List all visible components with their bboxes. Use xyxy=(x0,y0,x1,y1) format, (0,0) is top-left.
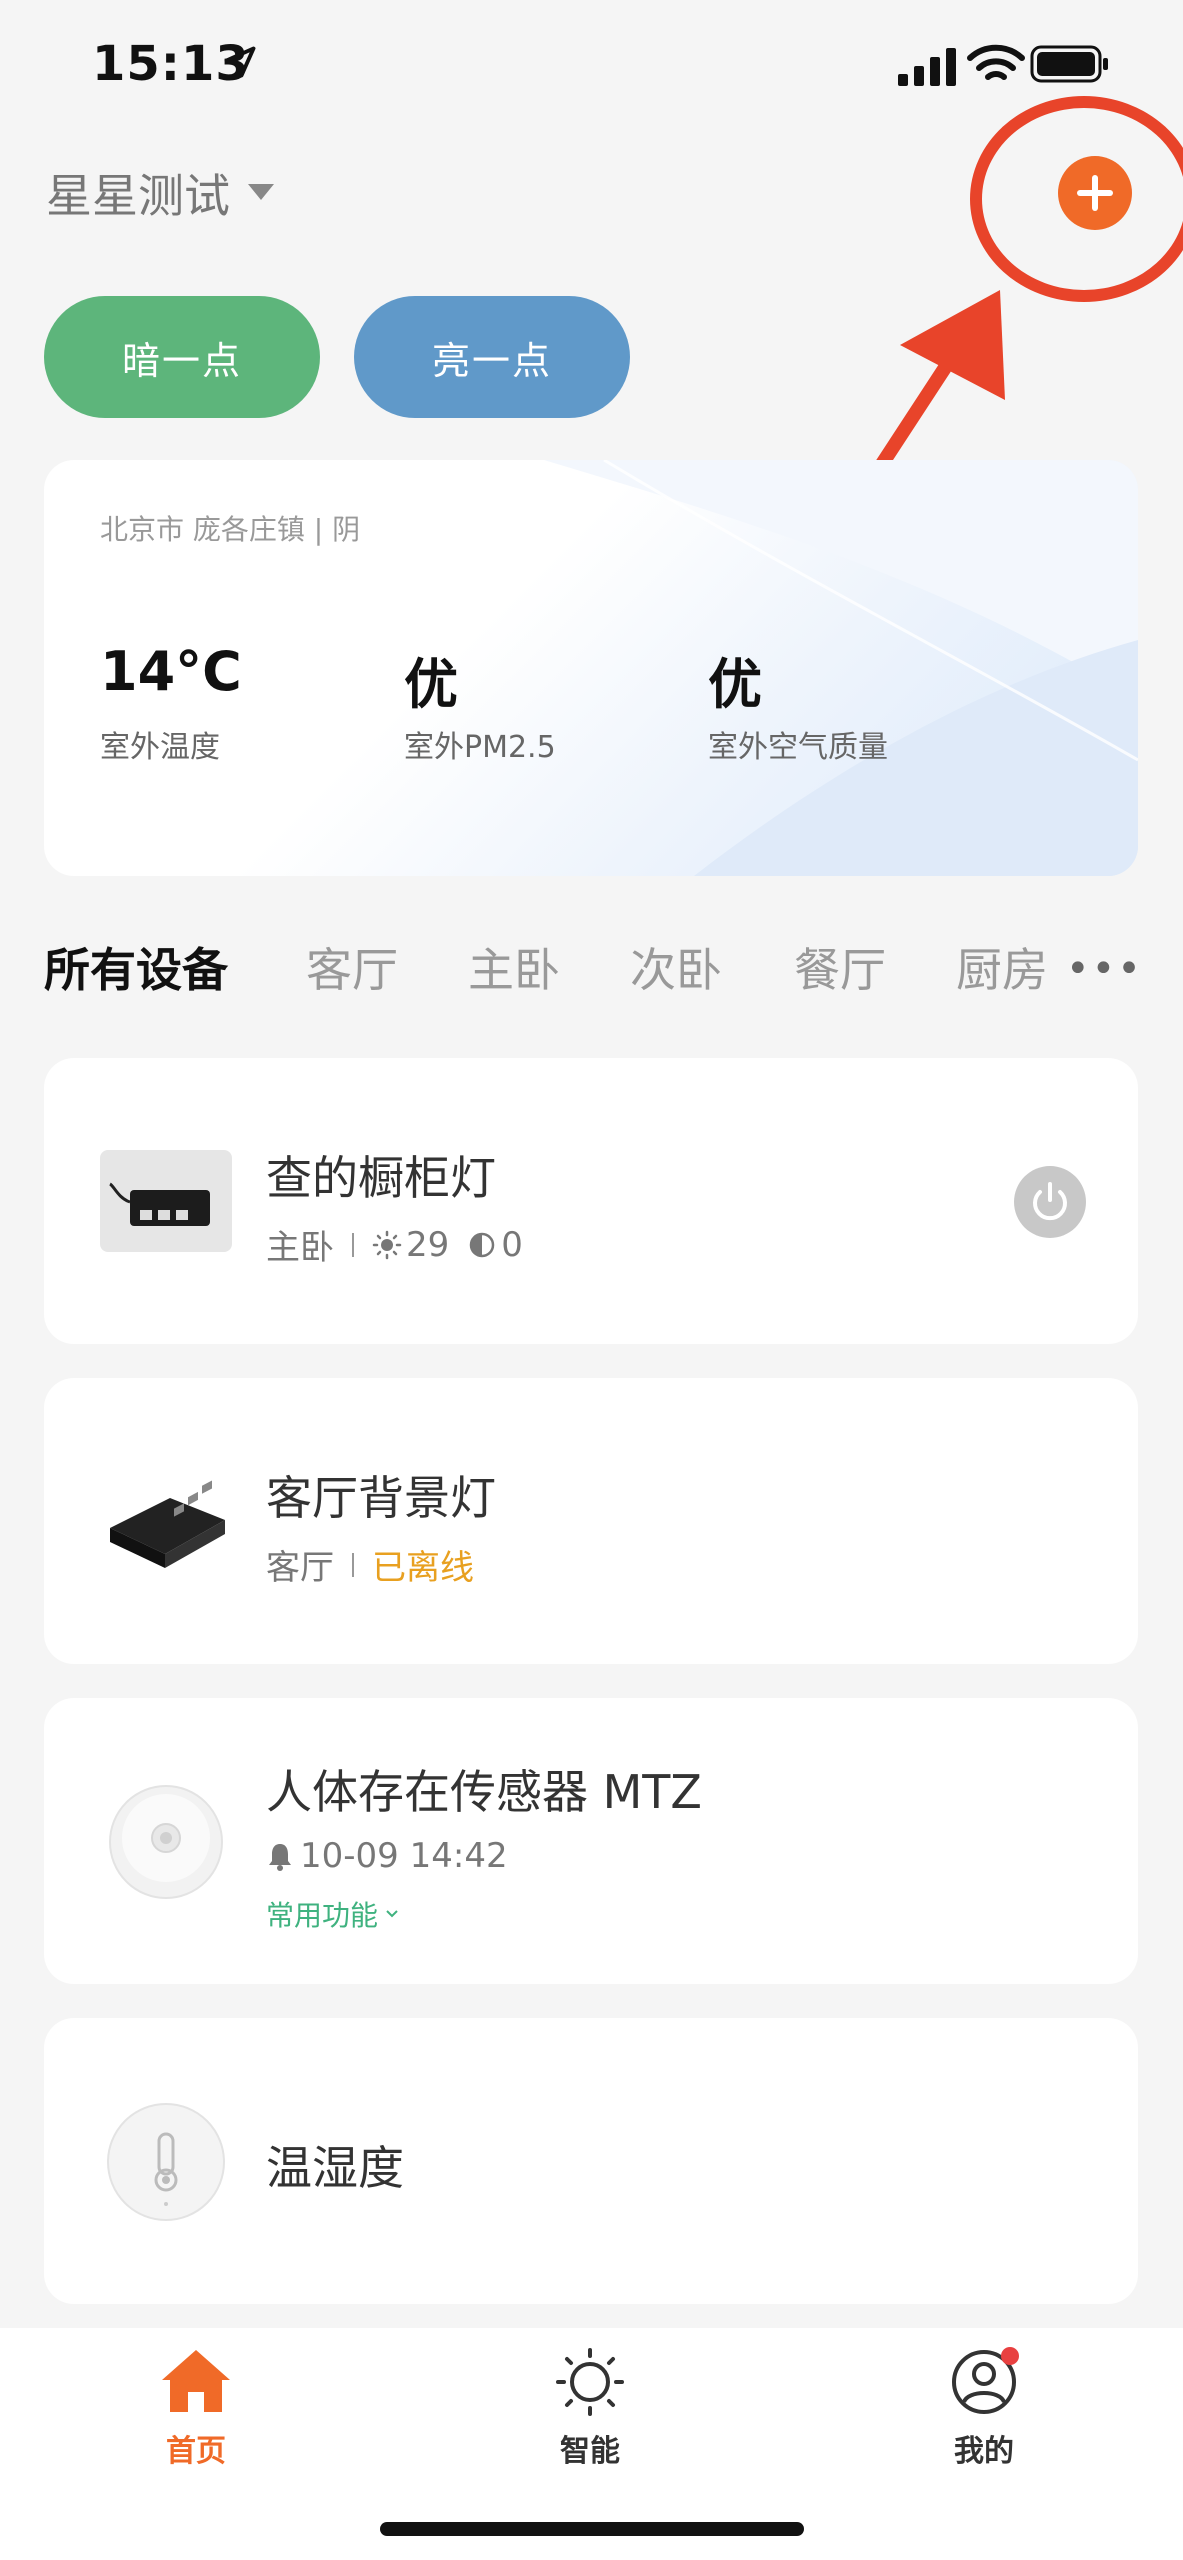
tab-dining-room[interactable]: 餐厅 xyxy=(794,934,886,1000)
outdoor-air-quality-label: 室外空气质量 xyxy=(708,730,888,765)
quick-functions-toggle[interactable]: 常用功能 xyxy=(266,1894,400,1934)
tab-profile[interactable]: 我的 xyxy=(874,2346,1094,2470)
tab-profile-label: 我的 xyxy=(954,2434,1014,2469)
tab-smart-label: 智能 xyxy=(560,2434,620,2469)
battery-icon xyxy=(1030,45,1108,83)
device-name: 客厅背景灯 xyxy=(266,1471,496,1525)
weather-location: 北京市 庞各庄镇 | 阴 xyxy=(100,513,361,546)
notification-badge xyxy=(1001,2347,1019,2365)
divider xyxy=(352,1552,354,1577)
scene-dim-button[interactable]: 暗一点 xyxy=(44,296,320,418)
tab-second-bedroom[interactable]: 次卧 xyxy=(630,934,722,1000)
outdoor-temperature-label: 室外温度 xyxy=(100,730,220,765)
device-info-row: 客厅 已离线 xyxy=(266,1540,474,1589)
device-name: 查的橱柜灯 xyxy=(266,1151,496,1205)
tab-living-room[interactable]: 客厅 xyxy=(306,934,398,1000)
brightness-sun-icon xyxy=(372,1230,402,1259)
tab-kitchen[interactable]: 厨房 xyxy=(956,934,1052,1000)
device-thumbnail xyxy=(110,1480,225,1568)
home-icon xyxy=(162,2350,230,2412)
home-indicator[interactable] xyxy=(380,2522,804,2536)
presence-sensor-thumbnail xyxy=(109,1785,223,1899)
profile-icon xyxy=(952,2347,1019,2414)
device-color-temp-value: 0 xyxy=(501,1224,523,1265)
outdoor-air-quality-value: 优 xyxy=(708,653,762,716)
scene-brighten-button[interactable]: 亮一点 xyxy=(354,296,630,418)
outdoor-pm25-label: 室外PM2.5 xyxy=(404,730,556,765)
divider xyxy=(352,1232,354,1257)
device-power-button[interactable] xyxy=(1014,1166,1086,1238)
device-room: 客厅 xyxy=(266,1548,334,1588)
wifi-icon xyxy=(967,44,1025,80)
outdoor-temperature-value: 14°C xyxy=(100,640,242,703)
tab-all-devices[interactable]: 所有设备 xyxy=(44,934,228,1000)
device-card[interactable]: 客厅背景灯 客厅 已离线 xyxy=(44,1378,1138,1664)
device-card[interactable]: 人体存在传感器 MTZ 10-09 14:42 常用功能 xyxy=(44,1698,1138,1984)
location-arrow-icon xyxy=(224,46,256,78)
device-thumbnail xyxy=(100,1150,232,1252)
device-brightness-value: 29 xyxy=(406,1224,450,1265)
device-room: 主卧 xyxy=(266,1228,334,1268)
device-event-time: 10-09 14:42 xyxy=(300,1836,508,1876)
chevron-down-icon xyxy=(386,1910,398,1918)
outdoor-pm25-value: 优 xyxy=(404,653,458,716)
tab-home[interactable]: 首页 xyxy=(86,2346,306,2470)
device-offline-status: 已离线 xyxy=(372,1548,474,1588)
weather-card[interactable]: 北京市 庞各庄镇 | 阴 14°C 室外温度 优 室外PM2.5 优 室外空气质… xyxy=(44,460,1138,876)
device-name: 温湿度 xyxy=(266,2141,404,2195)
tab-master-bedroom[interactable]: 主卧 xyxy=(468,934,560,1000)
device-card[interactable]: 查的橱柜灯 主卧 29 0 xyxy=(44,1058,1138,1344)
cellular-signal-icon xyxy=(898,48,956,86)
more-tabs-button[interactable]: ••• xyxy=(1066,946,1143,992)
tab-smart[interactable]: 智能 xyxy=(480,2346,700,2470)
device-info-row: 主卧 29 0 xyxy=(266,1220,523,1269)
device-name: 人体存在传感器 MTZ xyxy=(266,1765,702,1819)
thermo-hygrometer-thumbnail xyxy=(107,2103,225,2221)
bell-icon xyxy=(269,1844,291,1871)
tab-home-label: 首页 xyxy=(166,2434,226,2469)
device-card[interactable]: 温湿度 xyxy=(44,2018,1138,2304)
power-icon xyxy=(1033,1182,1067,1221)
caret-down-icon[interactable] xyxy=(246,182,276,202)
home-selector-title[interactable]: 星星测试 xyxy=(46,160,230,226)
smart-sun-icon xyxy=(556,2348,624,2416)
quick-functions-label: 常用功能 xyxy=(266,1899,379,1932)
color-temperature-icon xyxy=(470,1232,495,1257)
device-event-row: 10-09 14:42 xyxy=(266,1836,508,1876)
